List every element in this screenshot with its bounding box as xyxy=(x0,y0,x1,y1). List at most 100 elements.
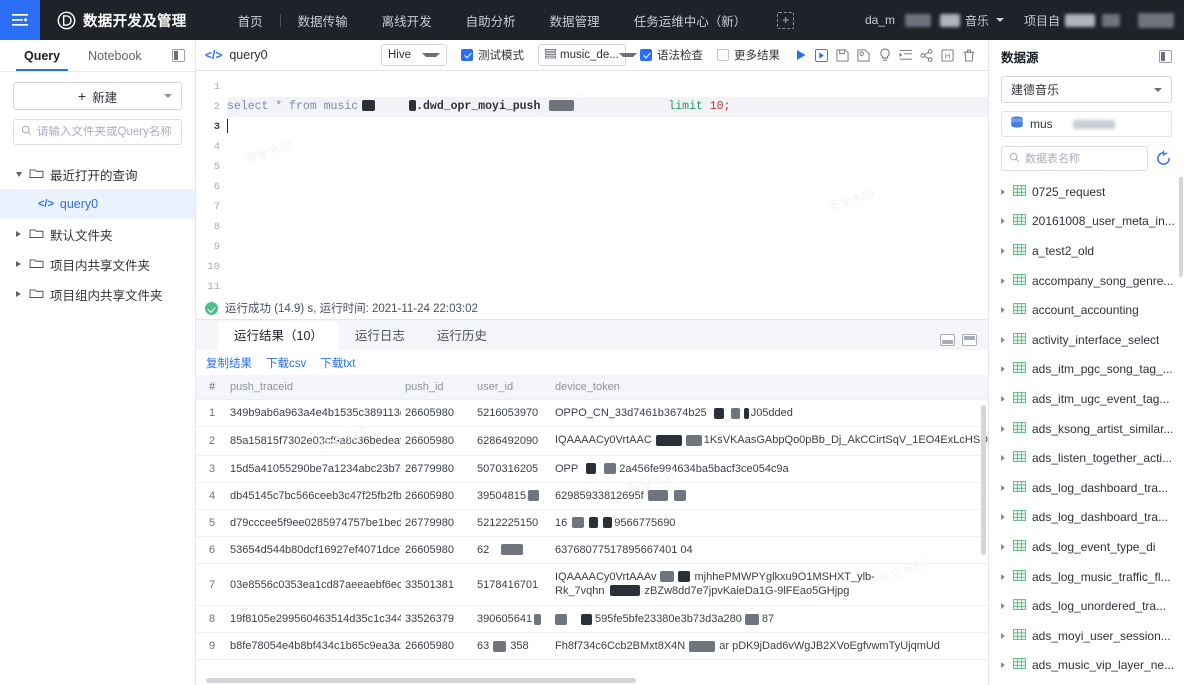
sidebar-search[interactable] xyxy=(13,119,182,145)
nav-item-self-analysis[interactable]: 自助分析 xyxy=(449,0,533,40)
nav-item-data-transfer[interactable]: 数据传输 xyxy=(281,0,365,40)
results-table-wrapper[interactable]: 安全水印 安全水印 安全水印 # push_traceid push_id us… xyxy=(196,375,988,685)
run-icon[interactable] xyxy=(790,44,811,66)
save-as-icon[interactable] xyxy=(853,44,874,66)
panel-collapse-icon[interactable] xyxy=(172,49,185,62)
chevron-right-icon[interactable] xyxy=(998,603,1007,610)
chevron-right-icon[interactable] xyxy=(998,455,1007,462)
table-row[interactable]: 5 d79cccee5f9ee0285974757be1beddf4 26779… xyxy=(196,509,988,537)
beautify-icon[interactable]: H xyxy=(937,44,958,66)
table-list-item[interactable]: 20161008_user_meta_in... xyxy=(989,207,1184,237)
table-row[interactable]: 7 03e8556c0353ea1cd87aeeaebf6ec6ce 33501… xyxy=(196,563,988,607)
syntax-check-checkbox[interactable]: 语法检查 xyxy=(640,47,703,63)
chevron-right-icon[interactable] xyxy=(998,484,1007,491)
table-list-item[interactable]: ads_log_dashboard_tra... xyxy=(989,473,1184,503)
table-list-item[interactable]: activity_interface_select xyxy=(989,325,1184,355)
chevron-right-icon[interactable] xyxy=(998,277,1007,284)
column-header-index[interactable]: # xyxy=(196,375,226,400)
format-icon[interactable] xyxy=(895,44,916,66)
tree-node-project-shared-folder[interactable]: 项目内共享文件夹 xyxy=(0,249,195,279)
table-list-item[interactable]: ads_moyi_user_session... xyxy=(989,621,1184,651)
chevron-right-icon[interactable] xyxy=(998,662,1007,669)
download-txt-link[interactable]: 下载txt xyxy=(320,355,355,371)
column-header-device-token[interactable]: device_token xyxy=(551,375,988,400)
nav-item-offline-dev[interactable]: 离线开发 xyxy=(365,0,449,40)
table-list-item[interactable]: ads_itm_ugc_event_tag... xyxy=(989,384,1184,414)
table-list-item[interactable]: ads_ksong_artist_similar... xyxy=(989,414,1184,444)
user-menu[interactable]: da_m 音乐 xyxy=(865,12,1004,29)
table-list-item[interactable]: ads_log_music_traffic_fl... xyxy=(989,562,1184,592)
lamp-icon[interactable] xyxy=(874,44,895,66)
table-list-item[interactable]: ads_listen_together_acti... xyxy=(989,443,1184,473)
chevron-right-icon[interactable] xyxy=(998,307,1007,314)
copy-results-link[interactable]: 复制结果 xyxy=(206,355,252,371)
tree-node-default-folder[interactable]: 默认文件夹 xyxy=(0,219,195,249)
layout-full-icon[interactable] xyxy=(962,334,977,346)
results-horizontal-scrollbar[interactable] xyxy=(206,678,636,683)
table-search-input[interactable] xyxy=(1025,152,1140,165)
column-header-push-traceid[interactable]: push_traceid xyxy=(226,375,401,400)
table-list-item[interactable]: 0725_request xyxy=(989,177,1184,207)
table-row[interactable]: 9 b8fe78054e4b8bf434c1b65c9ea3a2ac 26605… xyxy=(196,632,988,661)
table-list-item[interactable]: ads_log_event_type_di xyxy=(989,532,1184,562)
query-tab-title[interactable]: </> query0 xyxy=(205,48,268,62)
table-row[interactable]: 3 15d5a41055290be7a1234abc23b74eab 26779… xyxy=(196,455,988,483)
table-search[interactable] xyxy=(1001,146,1148,171)
tab-run-results[interactable]: 运行结果（10） xyxy=(218,321,339,350)
chevron-right-icon[interactable] xyxy=(14,231,23,237)
chevron-down-icon[interactable] xyxy=(14,171,23,177)
tab-run-history[interactable]: 运行历史 xyxy=(421,321,503,350)
test-mode-checkbox[interactable]: 测试模式 xyxy=(461,47,524,63)
project-menu[interactable]: 项目自 xyxy=(1024,12,1120,29)
tab-notebook[interactable]: Notebook xyxy=(74,40,156,71)
chevron-right-icon[interactable] xyxy=(998,543,1007,550)
tab-query[interactable]: Query xyxy=(10,40,74,71)
column-header-user-id[interactable]: user_id xyxy=(473,375,551,400)
table-list-item[interactable]: ads_music_vip_layer_ne... xyxy=(989,651,1184,681)
table-row[interactable]: 4 db45145c7bc566ceeb3c47f25fb2fb58 26605… xyxy=(196,482,988,510)
sql-editor[interactable]: 1 2 3 4 5 6 7 8 9 10 11 安全水印 安全水印 安全水印 xyxy=(196,71,988,297)
refresh-icon[interactable] xyxy=(1155,150,1172,167)
chevron-right-icon[interactable] xyxy=(14,261,23,267)
table-list-item[interactable]: ads_itm_pgc_song_tag_... xyxy=(989,355,1184,385)
chevron-right-icon[interactable] xyxy=(998,247,1007,254)
chevron-right-icon[interactable] xyxy=(998,188,1007,195)
share-icon[interactable] xyxy=(916,44,937,66)
menu-icon[interactable] xyxy=(0,0,40,40)
nav-item-home[interactable]: 首页 xyxy=(221,0,280,40)
save-icon[interactable] xyxy=(832,44,853,66)
chevron-right-icon[interactable] xyxy=(998,573,1007,580)
table-list-item[interactable]: account_accounting xyxy=(989,295,1184,325)
nav-item-task-ops-center[interactable]: 任务运维中心（新） xyxy=(617,0,764,40)
editor-code-area[interactable]: 安全水印 安全水印 安全水印 select * from music.dwd_o… xyxy=(227,71,988,297)
new-button[interactable]: + 新建 xyxy=(13,82,182,110)
chevron-right-icon[interactable] xyxy=(998,366,1007,373)
chevron-right-icon[interactable] xyxy=(998,336,1007,343)
table-list-item[interactable]: ads_log_dashboard_tra... xyxy=(989,503,1184,533)
table-row[interactable]: 2 85a15815f7302e03cf9a8c36bedeaf71 26605… xyxy=(196,426,988,456)
search-input[interactable] xyxy=(37,126,174,138)
layout-bottom-icon[interactable] xyxy=(940,334,955,346)
table-row[interactable]: 8 19f8105e299560463514d35c1c3440ae 33526… xyxy=(196,605,988,634)
table-list-item[interactable]: a_test2_old xyxy=(989,236,1184,266)
chevron-right-icon[interactable] xyxy=(998,425,1007,432)
database-item[interactable]: mus xyxy=(1001,111,1172,137)
delete-icon[interactable] xyxy=(958,44,979,66)
nav-item-data-management[interactable]: 数据管理 xyxy=(533,0,617,40)
add-tab-button[interactable]: + xyxy=(777,11,795,29)
chevron-right-icon[interactable] xyxy=(998,395,1007,402)
engine-select[interactable]: Hive xyxy=(381,44,447,66)
more-results-checkbox[interactable]: 更多结果 xyxy=(717,47,780,63)
table-row[interactable]: 6 53654d544b80dcf16927ef4071dce728 26605… xyxy=(196,536,988,564)
datasource-select[interactable]: 建德音乐 xyxy=(1001,76,1172,103)
chevron-right-icon[interactable] xyxy=(14,291,23,297)
chevron-right-icon[interactable] xyxy=(998,218,1007,225)
table-list-item[interactable]: ads_log_unordered_tra... xyxy=(989,591,1184,621)
panel-collapse-icon[interactable] xyxy=(1159,49,1172,63)
table-row[interactable]: 1 349b9ab6a963a4e4b1535c389113d1bc 26605… xyxy=(196,399,988,427)
results-vertical-scrollbar[interactable] xyxy=(981,405,986,555)
table-list-item[interactable]: accompany_song_genre... xyxy=(989,266,1184,296)
chevron-down-icon[interactable] xyxy=(164,94,172,98)
tree-node-recent-queries[interactable]: 最近打开的查询 xyxy=(0,159,195,189)
table-list[interactable]: 0725_request 20161008_user_meta_in... a_… xyxy=(989,177,1184,685)
